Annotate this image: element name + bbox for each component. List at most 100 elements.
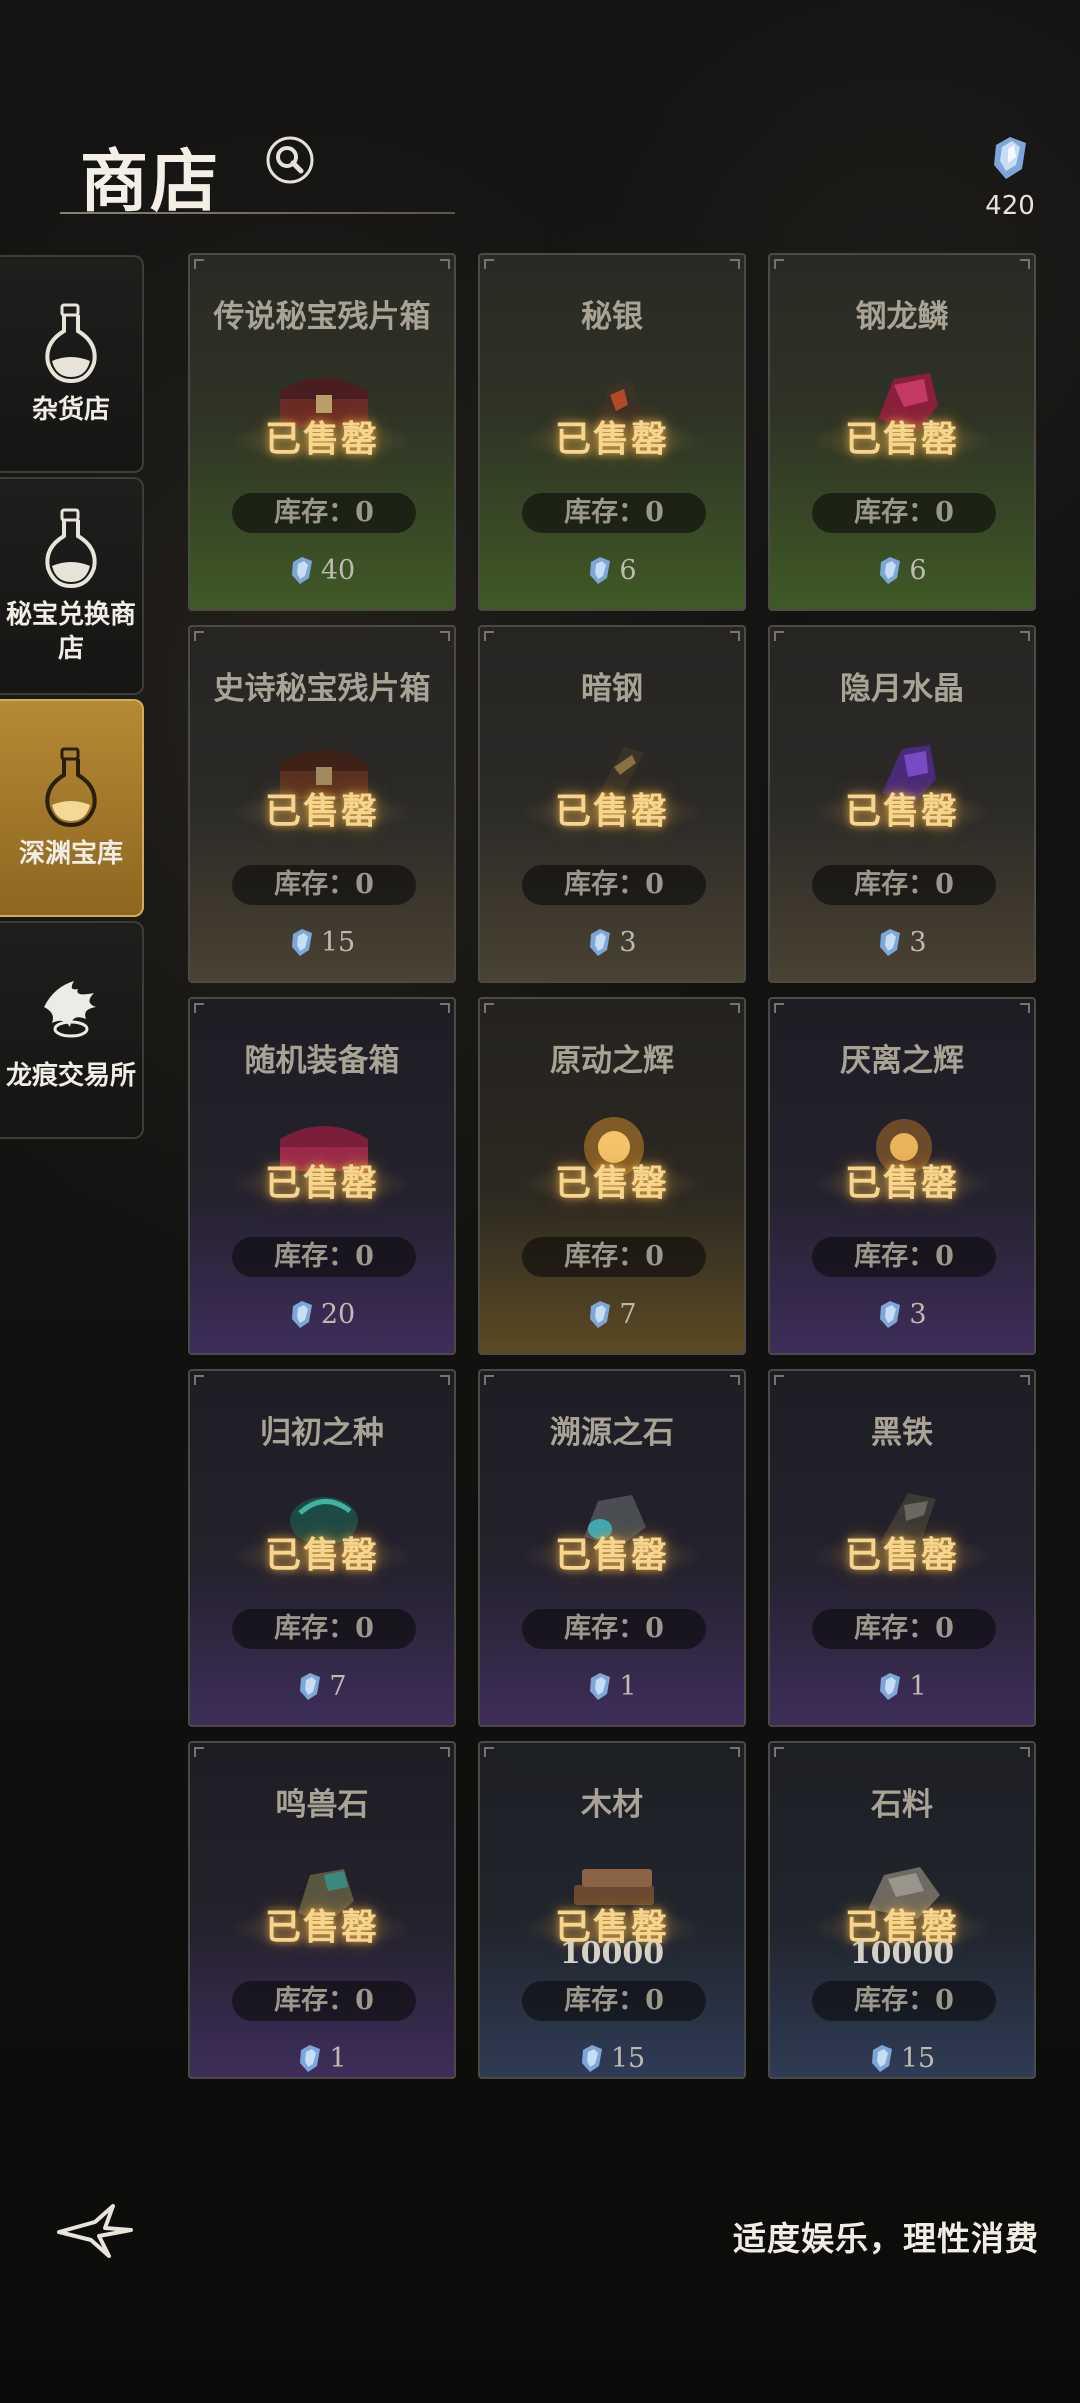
potion-icon	[45, 508, 97, 589]
price-value: 15	[320, 927, 356, 958]
crystal-currency-icon	[994, 137, 1026, 179]
shop-item-card[interactable]: 秘银 已售罄 库存：0 6	[478, 253, 746, 611]
shop-item-card[interactable]: 鸣兽石 已售罄 库存：0 1	[188, 1741, 456, 2079]
shop-item-card[interactable]: 隐月水晶 已售罄 库存：0 3	[768, 625, 1036, 983]
item-price: 40	[190, 555, 454, 586]
sold-out-label: 已售罄	[264, 1162, 379, 1204]
card-corner	[440, 631, 450, 641]
price-value: 3	[619, 927, 637, 958]
sold-out-label: 已售罄	[844, 1534, 959, 1576]
crystal-currency-icon	[291, 928, 312, 956]
shop-item-card[interactable]: 黑铁 已售罄 库存：0 1	[768, 1369, 1036, 1727]
crystal-currency-icon	[880, 1300, 901, 1328]
sidebar-item-label: 龙痕交易所	[5, 1061, 136, 1091]
potion-icon	[45, 303, 97, 384]
price-value: 6	[619, 555, 637, 586]
card-corner	[194, 259, 204, 269]
card-corner	[1020, 1747, 1030, 1757]
card-corner	[730, 1375, 740, 1385]
stock-label: 库存：0	[812, 493, 996, 533]
card-corner	[730, 1003, 740, 1013]
card-corner	[484, 1003, 494, 1013]
search-icon[interactable]	[265, 135, 315, 185]
item-price: 3	[480, 927, 744, 958]
item-name: 木材	[581, 1787, 643, 1823]
sidebar-item-label: 秘宝兑换商店	[6, 600, 137, 664]
item-name: 厌离之辉	[840, 1043, 964, 1079]
card-corner	[484, 259, 494, 269]
item-price: 15	[190, 927, 454, 958]
crystal-currency-icon	[291, 556, 312, 584]
card-corner	[484, 631, 494, 641]
price-value: 15	[610, 2043, 646, 2074]
stock-label: 库存：0	[232, 1609, 416, 1649]
item-name: 原动之辉	[550, 1043, 674, 1079]
card-corner	[1020, 1003, 1030, 1013]
sidebar-item-label: 深渊宝库	[18, 839, 123, 869]
card-corner	[194, 1003, 204, 1013]
crystal-currency-icon	[590, 556, 611, 584]
shop-item-card[interactable]: 传说秘宝残片箱 已售罄 库存：0 40	[188, 253, 456, 611]
shop-item-card[interactable]: 原动之辉 已售罄 库存：0 7	[478, 997, 746, 1355]
card-corner	[484, 1375, 494, 1385]
crystal-currency-icon	[871, 2044, 892, 2072]
stock-label: 库存：0	[812, 1237, 996, 1277]
shop-item-card[interactable]: 随机装备箱 已售罄 库存：0 20	[188, 997, 456, 1355]
shop-item-card[interactable]: 厌离之辉 已售罄 库存：0 3	[768, 997, 1036, 1355]
crystal-currency-icon	[300, 1672, 321, 1700]
crystal-currency-icon	[880, 556, 901, 584]
sidebar-item-treasure-exchange[interactable]: 秘宝兑换商店	[0, 477, 144, 695]
card-corner	[774, 1003, 784, 1013]
sold-out-label: 已售罄	[554, 418, 669, 460]
sidebar-item-label: 杂货店	[31, 395, 110, 425]
sold-out-label: 已售罄	[554, 1534, 669, 1576]
shop-item-card[interactable]: 暗钢 已售罄 库存：0 3	[478, 625, 746, 983]
sidebar-item-dragon-exchange[interactable]: 龙痕交易所	[0, 921, 144, 1139]
crystal-currency-icon	[590, 1300, 611, 1328]
potion-icon	[45, 747, 97, 828]
card-corner	[774, 631, 784, 641]
card-corner	[730, 259, 740, 269]
shop-item-card[interactable]: 史诗秘宝残片箱 已售罄 库存：0 15	[188, 625, 456, 983]
shop-item-card[interactable]: 石料 已售罄 10000 库存：0 15	[768, 1741, 1036, 2079]
sold-out-label: 已售罄	[554, 790, 669, 832]
item-price: 15	[480, 2043, 744, 2074]
shop-item-card[interactable]: 钢龙鳞 已售罄 库存：0 6	[768, 253, 1036, 611]
item-price: 6	[480, 555, 744, 586]
dragon-mark-icon	[44, 981, 96, 1038]
item-price: 20	[190, 1299, 454, 1330]
shop-item-card[interactable]: 木材 已售罄 10000 库存：0 15	[478, 1741, 746, 2079]
card-corner	[774, 259, 784, 269]
sidebar-item-abyss-vault[interactable]: 深渊宝库	[0, 699, 144, 917]
price-value: 6	[909, 555, 927, 586]
card-corner	[1020, 259, 1030, 269]
card-corner	[484, 1747, 494, 1757]
stock-label: 库存：0	[522, 493, 706, 533]
item-name: 暗钢	[581, 671, 643, 707]
shop-item-card[interactable]: 溯源之石 已售罄 库存：0 1	[478, 1369, 746, 1727]
currency-amount: 420	[985, 191, 1035, 221]
item-price: 1	[190, 2043, 454, 2074]
item-name: 史诗秘宝残片箱	[213, 671, 431, 707]
currency-display[interactable]: 420	[980, 135, 1040, 221]
card-corner	[730, 1747, 740, 1757]
card-corner	[1020, 1375, 1030, 1385]
item-price: 15	[770, 2043, 1034, 2074]
item-price: 3	[770, 1299, 1034, 1330]
stock-label: 库存：0	[522, 1981, 706, 2021]
stock-label: 库存：0	[812, 1609, 996, 1649]
card-corner	[194, 1747, 204, 1757]
stock-label: 库存：0	[232, 1981, 416, 2021]
item-price: 7	[480, 1299, 744, 1330]
sidebar: 杂货店 秘宝兑换商店 深渊宝库 龙痕交易所	[0, 255, 146, 1143]
crystal-currency-icon	[291, 1300, 312, 1328]
stock-label: 库存：0	[522, 1237, 706, 1277]
sold-out-label: 已售罄	[844, 1162, 959, 1204]
card-corner	[440, 1003, 450, 1013]
page-title: 商店	[80, 142, 221, 222]
crystal-currency-icon	[581, 2044, 602, 2072]
item-name: 传说秘宝残片箱	[213, 299, 431, 335]
shop-item-card[interactable]: 归初之种 已售罄 库存：0 7	[188, 1369, 456, 1727]
sidebar-item-general-store[interactable]: 杂货店	[0, 255, 144, 473]
sold-out-label: 已售罄	[264, 1906, 379, 1948]
